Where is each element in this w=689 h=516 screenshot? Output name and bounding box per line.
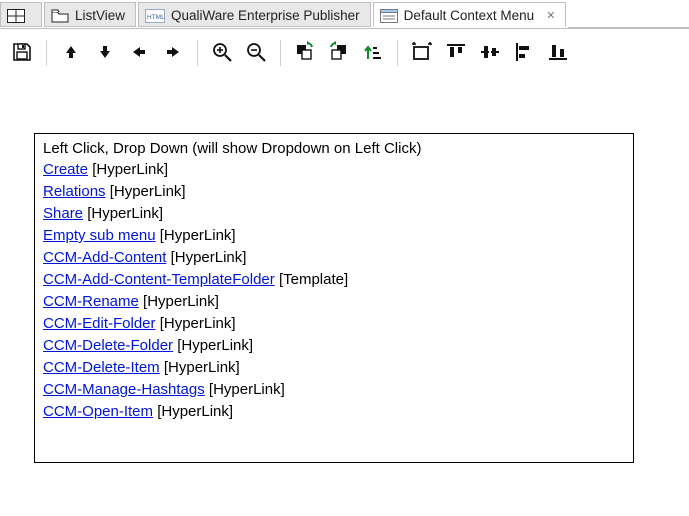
rotate-right-button[interactable] <box>323 37 355 69</box>
tab-label: Default Context Menu <box>404 8 535 23</box>
move-up-button[interactable] <box>55 37 87 69</box>
align-middle-button[interactable] <box>474 37 506 69</box>
rotate-right-icon <box>328 41 350 66</box>
item-type: [HyperLink] <box>143 293 219 310</box>
item-link[interactable]: CCM-Edit-Folder <box>43 315 156 332</box>
content-area: Left Click, Drop Down (will show Dropdow… <box>0 73 689 463</box>
arrow-up-icon <box>62 43 80 64</box>
item-type: [HyperLink] <box>171 249 247 266</box>
list-item: CCM-Open-Item [HyperLink] <box>43 401 625 423</box>
item-link[interactable]: Empty sub menu <box>43 227 156 244</box>
align-left-icon <box>514 42 534 65</box>
zoom-in-button[interactable] <box>206 37 238 69</box>
folder-icon <box>51 9 69 23</box>
menu-icon <box>380 9 398 23</box>
list-item: CCM-Manage-Hashtags [HyperLink] <box>43 379 625 401</box>
item-link[interactable]: Relations <box>43 183 106 200</box>
item-link[interactable]: Create <box>43 161 88 178</box>
item-link[interactable]: Share <box>43 205 83 222</box>
list-item: Relations [HyperLink] <box>43 181 625 203</box>
sort-icon <box>363 42 383 65</box>
align-bottom-button[interactable] <box>542 37 574 69</box>
tab-listview[interactable]: ListView <box>44 2 136 27</box>
tab-label: QualiWare Enterprise Publisher <box>171 8 360 23</box>
item-link[interactable]: CCM-Manage-Hashtags <box>43 381 205 398</box>
list-item: CCM-Add-Content [HyperLink] <box>43 247 625 269</box>
rotate-left-button[interactable] <box>289 37 321 69</box>
list-item: CCM-Delete-Folder [HyperLink] <box>43 335 625 357</box>
item-type: [HyperLink] <box>209 381 285 398</box>
item-link[interactable]: CCM-Open-Item <box>43 403 153 420</box>
item-type: [HyperLink] <box>157 403 233 420</box>
item-type: [HyperLink] <box>160 227 236 244</box>
save-icon <box>11 41 33 66</box>
rotate-left-icon <box>294 41 316 66</box>
list-item: Empty sub menu [HyperLink] <box>43 225 625 247</box>
arrow-right-icon <box>164 43 182 64</box>
save-button[interactable] <box>6 37 38 69</box>
align-top-button[interactable] <box>440 37 472 69</box>
item-type: [HyperLink] <box>177 337 253 354</box>
item-link[interactable]: CCM-Delete-Folder <box>43 337 173 354</box>
item-link[interactable]: CCM-Add-Content-TemplateFolder <box>43 271 275 288</box>
align-middle-icon <box>480 42 500 65</box>
tab-grid[interactable] <box>0 2 42 27</box>
zoom-out-button[interactable] <box>240 37 272 69</box>
list-item: CCM-Edit-Folder [HyperLink] <box>43 313 625 335</box>
html-icon: HTML <box>145 9 165 23</box>
align-top-icon <box>446 42 466 65</box>
item-type: [HyperLink] <box>92 161 168 178</box>
tab-default-context-menu[interactable]: Default Context Menu ✕ <box>373 2 567 27</box>
list-item: Create [HyperLink] <box>43 159 625 181</box>
move-down-button[interactable] <box>89 37 121 69</box>
resize-icon <box>411 41 433 66</box>
move-right-button[interactable] <box>157 37 189 69</box>
zoom-in-icon <box>211 41 233 66</box>
grid-icon <box>7 9 25 23</box>
arrow-left-icon <box>130 43 148 64</box>
align-bottom-icon <box>548 42 568 65</box>
item-type: [HyperLink] <box>110 183 186 200</box>
item-link[interactable]: CCM-Rename <box>43 293 139 310</box>
close-icon[interactable]: ✕ <box>546 9 555 22</box>
item-link[interactable]: CCM-Delete-Item <box>43 359 160 376</box>
arrow-down-icon <box>96 43 114 64</box>
tab-qualiware-publisher[interactable]: HTML QualiWare Enterprise Publisher <box>138 2 371 27</box>
context-menu-definition-box: Left Click, Drop Down (will show Dropdow… <box>34 133 634 463</box>
list-item: CCM-Delete-Item [HyperLink] <box>43 357 625 379</box>
item-link[interactable]: CCM-Add-Content <box>43 249 166 266</box>
sort-button[interactable] <box>357 37 389 69</box>
context-menu-heading: Left Click, Drop Down (will show Dropdow… <box>43 140 625 157</box>
item-type: [HyperLink] <box>87 205 163 222</box>
item-type: [HyperLink] <box>164 359 240 376</box>
tab-strip: ListView HTML QualiWare Enterprise Publi… <box>0 0 689 29</box>
svg-text:HTML: HTML <box>147 14 165 21</box>
move-left-button[interactable] <box>123 37 155 69</box>
toolbar <box>0 29 689 73</box>
tab-label: ListView <box>75 8 125 23</box>
zoom-out-icon <box>245 41 267 66</box>
item-type: [Template] <box>279 271 348 288</box>
list-item: CCM-Add-Content-TemplateFolder [Template… <box>43 269 625 291</box>
list-item: Share [HyperLink] <box>43 203 625 225</box>
resize-button[interactable] <box>406 37 438 69</box>
list-item: CCM-Rename [HyperLink] <box>43 291 625 313</box>
item-type: [HyperLink] <box>160 315 236 332</box>
align-left-button[interactable] <box>508 37 540 69</box>
